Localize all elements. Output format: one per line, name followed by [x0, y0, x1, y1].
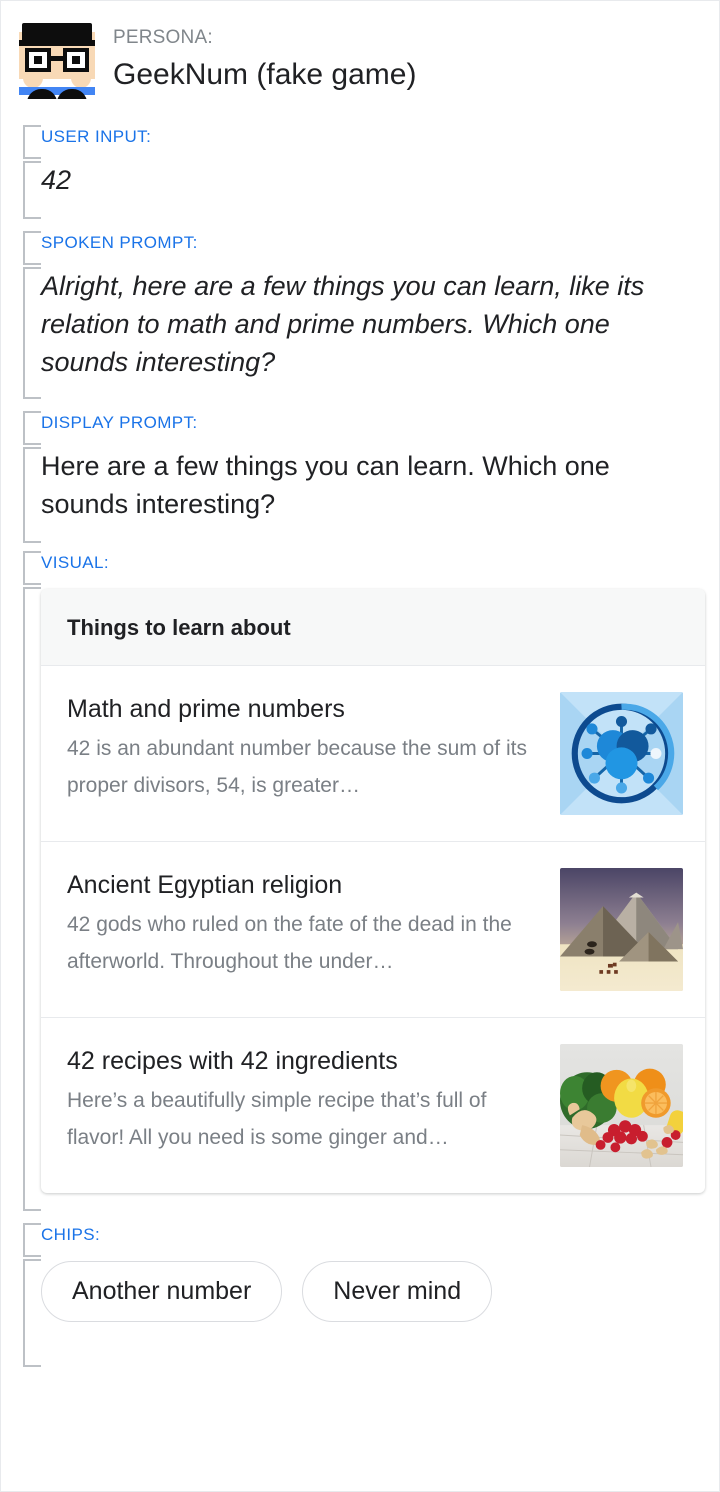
spoken-prompt-value: Alright, here are a few things you can l… [41, 271, 645, 377]
section-chips: CHIPS: Another number Never mind [1, 1223, 719, 1367]
section-visual: VISUAL: Things to learn about Math and p… [1, 551, 719, 1211]
list-item-title: Ancient Egyptian religion [67, 871, 343, 899]
bracket-content-visual [23, 587, 41, 1211]
chips-label: CHIPS: [41, 1225, 101, 1244]
section-spoken-prompt: SPOKEN PROMPT: Alright, here are a few t… [1, 231, 719, 399]
chips-row: Another number Never mind [41, 1261, 719, 1322]
section-user-input: USER INPUT: 42 [1, 125, 719, 219]
section-display-prompt: DISPLAY PROMPT: Here are a few things yo… [1, 411, 719, 543]
list-item-text: 42 recipes with 42 ingredients Here’s a … [67, 1044, 546, 1156]
persona-text-block: PERSONA: GeekNum (fake game) [113, 23, 416, 95]
list-item-text: Math and prime numbers 42 is an abundant… [67, 692, 546, 804]
bracket-content-display-prompt [23, 447, 41, 543]
bracket-label-spoken-prompt [23, 231, 41, 265]
list-item-description: 42 is an abundant number because the sum… [67, 737, 527, 797]
list-item[interactable]: Ancient Egyptian religion 42 gods who ru… [41, 842, 705, 1018]
spoken-prompt-label: SPOKEN PROMPT: [41, 233, 198, 252]
list-item-description: Here’s a beautifully simple recipe that’… [67, 1089, 487, 1149]
persona-name: GeekNum (fake game) [113, 58, 417, 91]
persona-preview-page: PERSONA: GeekNum (fake game) USER INPUT:… [0, 0, 720, 1492]
user-input-value: 42 [41, 165, 72, 195]
list-item[interactable]: Math and prime numbers 42 is an abundant… [41, 666, 705, 842]
bracket-label-visual [23, 551, 41, 585]
list-item-title: Math and prime numbers [67, 695, 345, 723]
pyramids-of-giza-photo [560, 868, 683, 991]
list-item-text: Ancient Egyptian religion 42 gods who ru… [67, 868, 546, 980]
list-item-description: 42 gods who ruled on the fate of the dea… [67, 913, 512, 973]
bracket-label-chips [23, 1223, 41, 1257]
chip-another-number[interactable]: Another number [41, 1261, 283, 1322]
geek-face-avatar-icon [19, 23, 95, 99]
bracket-content-user-input [23, 161, 41, 219]
display-prompt-value: Here are a few things you can learn. Whi… [41, 451, 610, 519]
list-item[interactable]: 42 recipes with 42 ingredients Here’s a … [41, 1018, 705, 1193]
chip-never-mind[interactable]: Never mind [302, 1261, 493, 1322]
persona-label: PERSONA: [113, 27, 213, 48]
list-item-title: 42 recipes with 42 ingredients [67, 1047, 398, 1075]
visual-card: Things to learn about Math and prime num… [41, 589, 705, 1193]
blue-network-nodes-icon [560, 692, 683, 815]
bracket-label-user-input [23, 125, 41, 159]
visual-label: VISUAL: [41, 553, 109, 572]
persona-header: PERSONA: GeekNum (fake game) [1, 1, 719, 99]
bracket-content-chips [23, 1259, 41, 1367]
user-input-label: USER INPUT: [41, 127, 152, 146]
visual-card-header: Things to learn about [41, 589, 705, 666]
fresh-produce-photo [560, 1044, 683, 1167]
bracket-label-display-prompt [23, 411, 41, 445]
bracket-content-spoken-prompt [23, 267, 41, 399]
display-prompt-label: DISPLAY PROMPT: [41, 413, 198, 432]
